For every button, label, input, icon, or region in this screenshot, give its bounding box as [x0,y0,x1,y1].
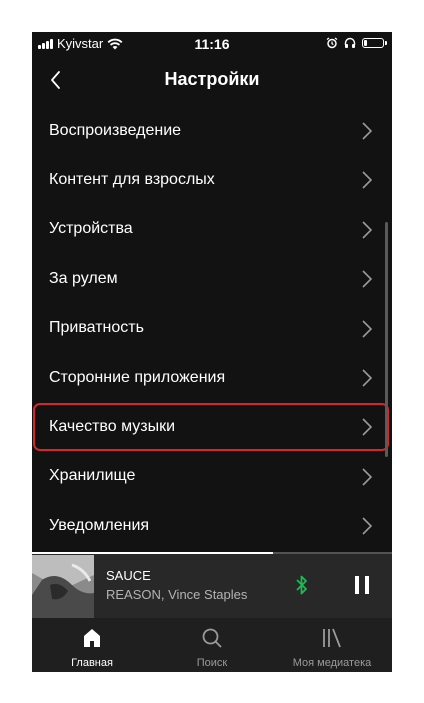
settings-item-label: Контент для взрослых [49,171,215,189]
settings-item-label: Сторонние приложения [49,368,226,386]
tab-label: Моя медиатека [292,657,372,669]
track-title: SAUCE [106,568,151,583]
settings-item-notifications[interactable]: Уведомления [32,501,392,550]
tab-library[interactable]: Моя медиатека [272,618,392,672]
chevron-right-icon [362,171,373,189]
pause-button[interactable] [352,574,372,596]
settings-item-devices[interactable]: Устройства [32,205,392,254]
battery-icon [362,38,387,48]
settings-item-storage[interactable]: Хранилище [32,452,392,501]
settings-item-playback[interactable]: Воспроизведение [32,106,392,155]
chevron-right-icon [362,122,373,140]
alarm-icon [326,37,338,49]
status-right [326,37,387,49]
album-art[interactable] [32,555,94,618]
phone-screen: Kyivstar 11:16 Настройки Воспроизведение… [32,32,392,672]
settings-item-label: Воспроизведение [49,121,182,139]
tab-bar: Главная Поиск Моя медиатека [32,618,392,672]
page-title: Настройки [164,69,260,89]
playback-progress [32,552,392,554]
chevron-right-icon [362,468,373,486]
playback-progress-fill [32,552,274,554]
settings-item-label: Качество музыки [49,418,176,436]
settings-item-third-party-apps[interactable]: Сторонние приложения [32,353,392,402]
settings-item-label: Уведомления [49,516,150,534]
track-artist: REASON, Vince Staples [106,587,248,602]
chevron-right-icon [362,319,373,338]
tab-label: Поиск [196,657,228,669]
chevron-right-icon [362,369,373,387]
settings-item-label: Приватность [49,319,144,337]
scrollbar[interactable] [385,222,388,457]
chevron-right-icon [362,418,373,436]
album-art-image [32,555,94,618]
settings-item-label: За рулем [49,269,118,287]
chevron-right-icon [362,221,373,239]
settings-item-privacy[interactable]: Приватность [32,304,392,353]
tab-search[interactable]: Поиск [152,618,272,672]
home-icon [84,629,100,647]
settings-item-explicit-content[interactable]: Контент для взрослых [32,155,392,204]
settings-item-music-quality[interactable]: Качество музыки [32,402,392,452]
settings-item-car[interactable]: За рулем [32,254,392,303]
tab-label: Главная [71,657,113,669]
mini-player[interactable]: SAUCE REASON, Vince Staples [32,552,392,618]
settings-item-label: Хранилище [49,467,136,485]
bluetooth-icon[interactable] [294,574,310,596]
chevron-right-icon [362,517,373,535]
headphones-icon [344,37,356,48]
header: Настройки [32,56,392,106]
search-icon [202,628,222,648]
battery-level [364,40,367,46]
status-bar: Kyivstar 11:16 [32,32,392,56]
tab-home[interactable]: Главная [32,618,152,672]
settings-item-label: Устройства [49,220,133,238]
settings-list: Воспроизведение Контент для взрослых Уст… [32,106,392,551]
library-icon [323,628,341,648]
chevron-right-icon [362,270,373,288]
